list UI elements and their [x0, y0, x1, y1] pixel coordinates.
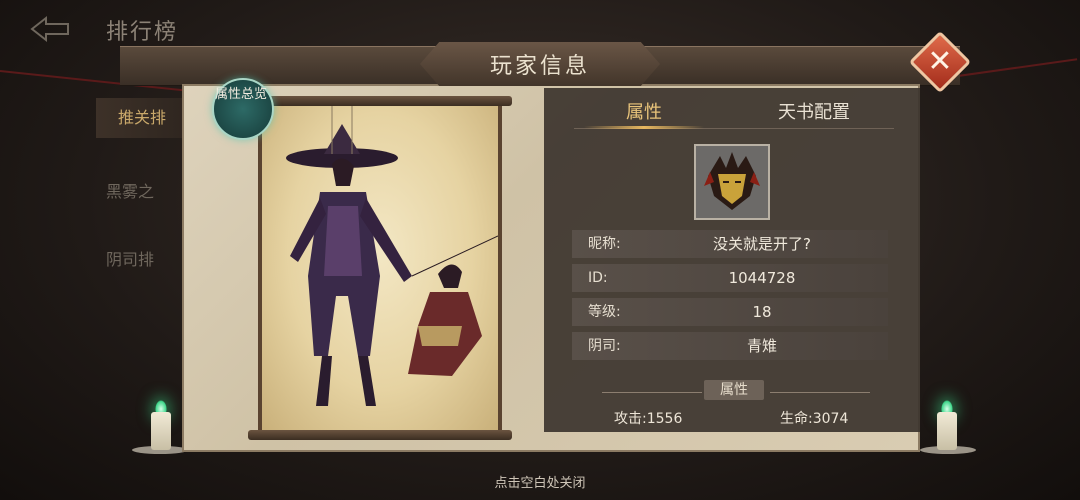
yinsi-value: 青雉: [746, 337, 777, 355]
tap-to-close-hint[interactable]: 点击空白处关闭: [440, 472, 640, 491]
row-nickname: 昵称: 没关就是开了?: [572, 230, 888, 258]
tab-tianshu-config[interactable]: 天书配置: [754, 98, 874, 128]
row-yinsi: 阴司: 青雉: [572, 332, 888, 360]
tab-active-indicator: [584, 126, 704, 129]
row-id: ID: 1044728: [572, 264, 888, 292]
row-label: 昵称:: [588, 236, 621, 252]
attack-stat: 攻击:1556: [614, 411, 683, 427]
row-level: 等级: 18: [572, 298, 888, 326]
player-avatar: [694, 144, 770, 220]
dialog-title: 玩家信息: [489, 54, 590, 79]
id-value: 1044728: [728, 269, 796, 287]
player-info-dialog: 玩家信息 ✕ 属性总览 属性 天书配置 昵称: 没关就是开了? ID: 1044…: [120, 30, 972, 460]
back-button[interactable]: [28, 14, 72, 44]
health-stat: 生命:3074: [780, 411, 849, 427]
nickname-value: 没关就是开了?: [713, 235, 811, 253]
attributes-section-title: 属性: [704, 380, 764, 400]
character-portrait-scroll: [248, 96, 512, 440]
row-label: 阴司:: [588, 338, 621, 354]
avatar-face-icon: [704, 152, 760, 210]
tab-attributes[interactable]: 属性: [584, 98, 704, 128]
level-value: 18: [752, 303, 772, 321]
row-label: 等级:: [588, 304, 621, 320]
row-label: ID:: [588, 270, 608, 286]
section-divider: [770, 392, 870, 393]
scroll-rod-bottom: [248, 430, 512, 440]
character-portrait: [258, 106, 502, 430]
attribute-overview-label: 属性总览: [214, 87, 267, 102]
scroll-rod-top: [248, 96, 512, 106]
player-info-panel: 属性 天书配置 昵称: 没关就是开了? ID: 1044728 等级: 18 阴…: [544, 88, 920, 432]
section-divider: [602, 392, 702, 393]
close-x-icon[interactable]: ✕: [918, 40, 962, 84]
back-arrow-icon: [30, 15, 69, 43]
shadow-puppet-illustration: [286, 106, 499, 406]
